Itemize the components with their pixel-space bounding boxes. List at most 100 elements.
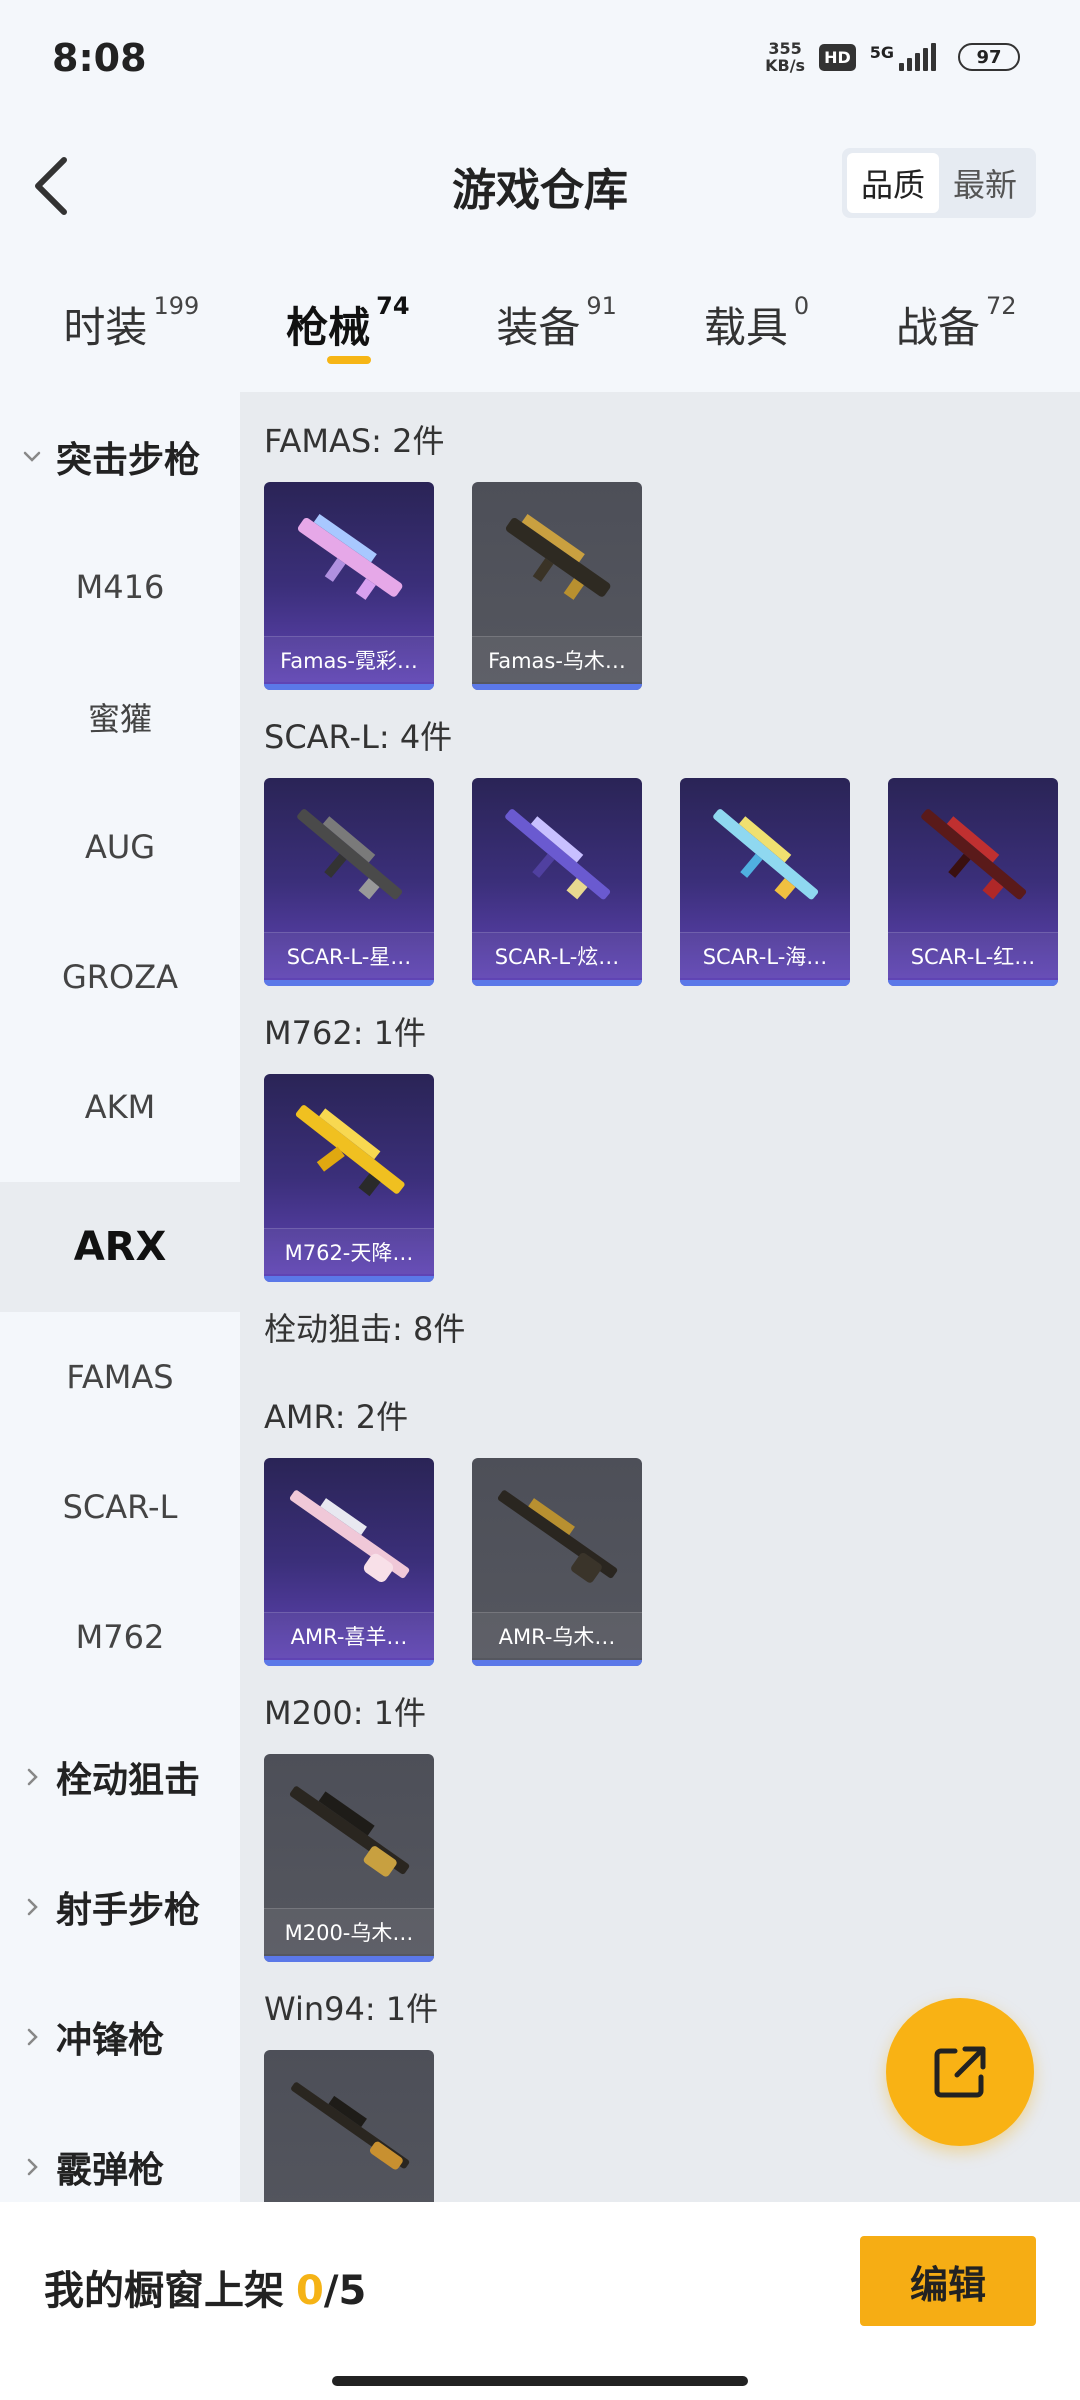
skin-card[interactable]: M762-天降… <box>264 1074 434 1282</box>
section-title: Win94: 1件 <box>264 1990 439 2028</box>
famas-skin-image <box>297 513 403 600</box>
sort-quality-button[interactable]: 品质 <box>847 153 939 213</box>
section-title: M200: 1件 <box>264 1694 427 1732</box>
sidebar-item-aug[interactable]: AUG <box>0 782 240 912</box>
section-title: 栓动狙击: 8件 <box>264 1310 466 1348</box>
tab-label: 装备 <box>496 303 581 352</box>
battery-icon: 97 <box>958 43 1020 71</box>
chevron-right-icon <box>27 1768 38 1786</box>
category-tabs: 时装 199 枪械 74 装备 91 载具 0 战备 72 <box>0 280 1080 380</box>
sidebar-item-m416[interactable]: M416 <box>0 522 240 652</box>
sidebar-item-label: ARX <box>73 1224 167 1270</box>
tab-label: 枪械 <box>286 303 371 352</box>
tab-equipment[interactable]: 装备 91 <box>496 280 617 380</box>
sidebar-item-label: 蜜獾 <box>87 700 152 738</box>
rarity-stripe <box>264 1660 434 1666</box>
share-fab[interactable] <box>886 1998 1034 2146</box>
rarity-stripe <box>888 980 1058 986</box>
skin-card[interactable] <box>264 2050 434 2202</box>
sidebar-group-assault-rifles[interactable]: 突击步枪 <box>0 392 240 522</box>
net-speed-value: 355 <box>768 39 802 58</box>
amr-skin-image <box>497 1490 618 1583</box>
sidebar-group-marksman-rifles[interactable]: 射手步枪 <box>0 1842 240 1972</box>
sidebar-item-honey-badger[interactable]: 蜜獾 <box>0 652 240 782</box>
tab-label: 时装 <box>63 303 148 352</box>
tab-count: 72 <box>985 292 1017 320</box>
skin-name: Famas-乌木… <box>472 636 642 682</box>
hd-icon: HD <box>819 43 856 71</box>
skin-card[interactable]: SCAR-L-炫… <box>472 778 642 986</box>
status-time: 8:08 <box>52 36 147 80</box>
sidebar-item-label: M416 <box>75 568 165 606</box>
rarity-stripe <box>264 1276 434 1282</box>
showcase-status: 我的橱窗上架 0 / 5 <box>44 2258 366 2316</box>
sidebar-item-scar-l[interactable]: SCAR-L <box>0 1442 240 1572</box>
sidebar-item-akm[interactable]: AKM <box>0 1042 240 1172</box>
chevron-down-icon <box>23 451 41 462</box>
skin-name: AMR-喜羊… <box>264 1612 434 1658</box>
scar-l-skin-image <box>713 809 819 900</box>
share-external-icon <box>934 2046 986 2098</box>
status-icons: 355 KB/s HD 5G 97 <box>765 40 1020 74</box>
skin-card[interactable]: AMR-乌木… <box>472 1458 642 1666</box>
sidebar-item-label: AUG <box>84 828 156 866</box>
skin-card[interactable]: Famas-霓彩… <box>264 482 434 690</box>
showcase-used-count: 0 <box>296 2268 324 2314</box>
chevron-right-icon <box>27 1898 38 1916</box>
status-bar: 8:08 355 KB/s HD 5G 97 <box>0 0 1080 120</box>
skin-card[interactable]: M200-乌木… <box>264 1754 434 1962</box>
tab-gear[interactable]: 战备 72 <box>896 280 1017 380</box>
sidebar-item-label: FAMAS <box>66 1358 174 1396</box>
sidebar-item-label: AKM <box>84 1088 156 1126</box>
rarity-stripe <box>264 1956 434 1962</box>
active-tab-indicator <box>327 356 372 364</box>
app-header: 游戏仓库 品质 最新 <box>0 130 1080 240</box>
sidebar-group-bolt-action-snipers[interactable]: 栓动狙击 <box>0 1712 240 1842</box>
rarity-stripe <box>472 684 642 690</box>
rarity-stripe <box>264 980 434 986</box>
tab-guns[interactable]: 枪械 74 <box>286 280 410 380</box>
sidebar-item-arx[interactable]: ARX <box>0 1182 240 1312</box>
section-title: M762: 1件 <box>264 1014 427 1052</box>
weapon-type-sidebar: 突击步枪 M416 蜜獾 AUG GROZA AKM ARX FAMAS SCA… <box>0 392 240 2202</box>
scar-l-skin-image <box>921 809 1027 900</box>
rarity-stripe <box>264 684 434 690</box>
skin-card[interactable]: AMR-喜羊… <box>264 1458 434 1666</box>
sidebar-item-label: 冲锋枪 <box>56 2020 165 2061</box>
signal-icon: 5G <box>870 43 936 71</box>
sidebar-item-label: SCAR-L <box>62 1488 178 1526</box>
skin-name: SCAR-L-海… <box>680 932 850 978</box>
tab-fashion[interactable]: 时装 199 <box>63 280 199 380</box>
network-type: 5G <box>869 43 894 62</box>
showcase-label: 我的橱窗上架 <box>44 2268 284 2314</box>
skin-card[interactable]: SCAR-L-红… <box>888 778 1058 986</box>
sidebar-item-label: M762 <box>75 1618 165 1656</box>
tab-count: 0 <box>793 292 810 320</box>
home-indicator[interactable] <box>332 2376 748 2386</box>
skin-name: SCAR-L-红… <box>888 932 1058 978</box>
rarity-stripe <box>472 980 642 986</box>
tab-vehicles[interactable]: 载具 0 <box>704 280 809 380</box>
section-title: FAMAS: 2件 <box>264 422 445 460</box>
sidebar-item-groza[interactable]: GROZA <box>0 912 240 1042</box>
skin-card[interactable]: Famas-乌木… <box>472 482 642 690</box>
sidebar-item-famas[interactable]: FAMAS <box>0 1312 240 1442</box>
edit-button[interactable]: 编辑 <box>860 2236 1036 2326</box>
tab-count: 74 <box>376 292 410 320</box>
showcase-bar: 我的橱窗上架 0 / 5 编辑 <box>0 2202 1080 2400</box>
net-speed: 355 KB/s <box>765 40 805 74</box>
section-title: AMR: 2件 <box>264 1398 409 1436</box>
showcase-total-count: 5 <box>338 2268 367 2314</box>
skin-name: M762-天降… <box>264 1228 434 1274</box>
skin-card[interactable]: SCAR-L-星… <box>264 778 434 986</box>
skin-name: SCAR-L-星… <box>264 932 434 978</box>
sidebar-item-label: 突击步枪 <box>56 440 201 481</box>
net-speed-unit: KB/s <box>765 56 806 75</box>
skin-name: AMR-乌木… <box>472 1612 642 1658</box>
skin-card[interactable]: SCAR-L-海… <box>680 778 850 986</box>
sidebar-item-m762[interactable]: M762 <box>0 1572 240 1702</box>
sort-latest-button[interactable]: 最新 <box>939 153 1031 213</box>
sidebar-group-smgs[interactable]: 冲锋枪 <box>0 1972 240 2102</box>
chevron-right-icon <box>27 2028 38 2046</box>
sidebar-item-label: 霰弹枪 <box>56 2150 165 2191</box>
